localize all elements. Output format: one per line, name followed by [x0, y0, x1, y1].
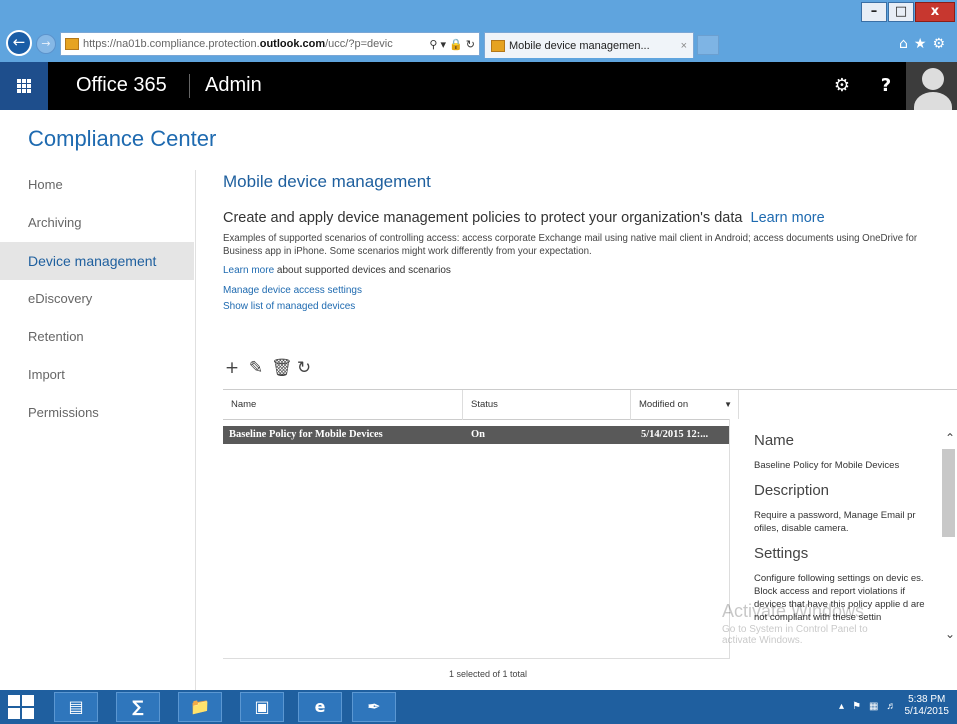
sidebar-item-device-management[interactable]: Device management: [0, 242, 194, 280]
show-managed-devices-link[interactable]: Show list of managed devices: [223, 301, 355, 312]
sidebar: Home Archiving Device management eDiscov…: [0, 166, 194, 432]
app-window-icon[interactable]: ▣: [240, 692, 284, 722]
url-suffix: /ucc/?p=devic: [325, 38, 393, 50]
taskbar-clock[interactable]: 5:38 PM 5/14/2015: [905, 694, 950, 718]
details-scrollbar-thumb[interactable]: [942, 449, 955, 537]
o365-header: Office 365 Admin ⚙ ?: [0, 62, 957, 110]
o365-brand[interactable]: Office 365: [76, 74, 167, 97]
sidebar-item-archiving[interactable]: Archiving: [0, 204, 194, 242]
window-controls: – □ x: [861, 2, 955, 22]
flag-icon[interactable]: ⚑: [852, 701, 861, 712]
site-favicon-icon: [65, 38, 79, 50]
powershell-icon[interactable]: ∑: [116, 692, 160, 722]
avatar[interactable]: [906, 62, 957, 110]
column-header-modified[interactable]: Modified on ▼: [631, 390, 739, 420]
avatar-head: [922, 68, 944, 90]
windows-taskbar: ▤ ∑ 📁 ▣ e ✒ ▴ ⚑ ▦ ♬ 5:38 PM 5/14/2015: [0, 690, 957, 724]
file-explorer-icon[interactable]: 📁: [178, 692, 222, 722]
manage-device-access-link[interactable]: Manage device access settings: [223, 285, 362, 296]
new-tab-button[interactable]: [697, 35, 719, 55]
help-icon[interactable]: ?: [866, 62, 906, 110]
row-modified: 5/14/2015 12:...: [641, 429, 709, 440]
tray-expand-icon[interactable]: ▴: [839, 701, 844, 712]
url-domain: outlook.com: [259, 38, 326, 50]
server-manager-icon[interactable]: ▤: [54, 692, 98, 722]
admin-title[interactable]: Admin: [205, 74, 262, 97]
grid-header: Name Status Modified on ▼: [223, 390, 957, 420]
maximize-button[interactable]: □: [888, 2, 914, 22]
paint-icon[interactable]: ✒: [352, 692, 396, 722]
scroll-down-icon[interactable]: ⌄: [945, 627, 955, 641]
details-settings-heading: Settings: [754, 545, 809, 562]
refresh-icon[interactable]: ↻: [295, 358, 313, 378]
learn-more-link[interactable]: Learn more: [751, 210, 825, 226]
policy-toolbar: + ✎ 🗑 ↻: [223, 358, 313, 378]
windows-start-icon[interactable]: [8, 695, 34, 719]
url-prefix: https://na01b.compliance.protection.: [83, 38, 260, 50]
sidebar-item-permissions[interactable]: Permissions: [0, 394, 194, 432]
scroll-up-icon[interactable]: ⌃: [945, 431, 955, 445]
minimize-button[interactable]: –: [861, 2, 887, 22]
details-pane: Name Baseline Policy for Mobile Devices …: [729, 419, 957, 659]
tab-close-icon[interactable]: ×: [681, 40, 693, 52]
add-icon[interactable]: +: [223, 358, 241, 378]
volume-icon[interactable]: ♬: [887, 701, 897, 712]
details-description-value: Require a password, Manage Email pr ofil…: [754, 510, 916, 534]
sidebar-divider: [195, 170, 196, 690]
sidebar-item-import[interactable]: Import: [0, 356, 194, 394]
delete-trash-icon[interactable]: 🗑: [271, 358, 293, 378]
window-titlebar: – □ x: [0, 0, 957, 26]
header-divider: [189, 74, 190, 98]
column-header-modified-label: Modified on: [639, 399, 689, 410]
address-actions[interactable]: ⚲ ▾ 🔒 ↻: [429, 38, 479, 51]
back-button[interactable]: ←: [6, 30, 32, 56]
supported-devices-link[interactable]: Learn more: [223, 265, 274, 276]
internet-explorer-icon[interactable]: e: [298, 692, 342, 722]
sidebar-item-home[interactable]: Home: [0, 166, 194, 204]
grid-footer-count: 1 selected of 1 total: [223, 658, 753, 679]
lead-text: Create and apply device management polic…: [223, 210, 953, 226]
tab-favicon-icon: [491, 39, 505, 52]
system-tray: ▴ ⚑ ▦ ♬ 5:38 PM 5/14/2015: [839, 694, 949, 718]
network-icon[interactable]: ▦: [869, 701, 878, 712]
main-content: Mobile device management Create and appl…: [223, 172, 953, 312]
edit-pencil-icon[interactable]: ✎: [247, 358, 265, 378]
row-status: On: [471, 429, 486, 440]
close-button[interactable]: x: [915, 2, 955, 22]
details-name-value: Baseline Policy for Mobile Devices: [754, 460, 900, 471]
column-header-status[interactable]: Status: [463, 390, 631, 420]
table-row[interactable]: Baseline Policy for Mobile Devices On 5/…: [223, 426, 735, 444]
supported-devices-text: about supported devices and scenarios: [274, 265, 451, 276]
address-bar[interactable]: https://na01b.compliance.protection. outl…: [60, 32, 480, 56]
app-launcher-button[interactable]: [0, 62, 48, 110]
details-name-heading: Name: [754, 432, 795, 449]
clock-date: 5/14/2015: [904, 706, 950, 717]
details-description-heading: Description: [754, 482, 830, 499]
column-header-name[interactable]: Name: [223, 390, 463, 420]
avatar-body: [914, 92, 952, 110]
lead-sentence: Create and apply device management polic…: [223, 210, 743, 226]
settings-gear-icon[interactable]: ⚙: [818, 62, 866, 110]
page-title: Mobile device management: [223, 172, 431, 191]
row-name: Baseline Policy for Mobile Devices: [229, 429, 383, 440]
browser-tab[interactable]: Mobile device managemen... ×: [484, 32, 694, 58]
tab-title: Mobile device managemen...: [509, 39, 650, 52]
browser-navbar: ← → https://na01b.compliance.protection.…: [0, 26, 957, 62]
sidebar-item-retention[interactable]: Retention: [0, 318, 194, 356]
details-settings-value: Configure following settings on devic es…: [754, 573, 925, 623]
sort-chevron-down-icon[interactable]: ▼: [724, 390, 732, 420]
waffle-icon: [17, 79, 31, 93]
browser-toolbar-icons[interactable]: ⌂★⚙: [899, 36, 951, 52]
sidebar-item-ediscovery[interactable]: eDiscovery: [0, 280, 194, 318]
app-title: Compliance Center: [28, 126, 217, 151]
scenario-description: Examples of supported scenarios of contr…: [223, 233, 918, 257]
supported-devices-line: Learn more about supported devices and s…: [223, 265, 953, 276]
forward-button[interactable]: →: [36, 34, 56, 54]
clock-time: 5:38 PM: [908, 694, 946, 705]
